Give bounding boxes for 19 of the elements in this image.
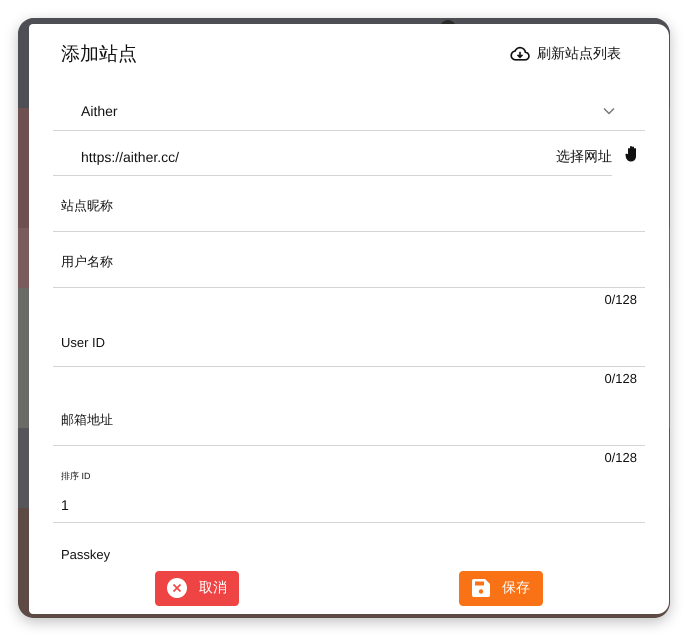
text-field[interactable]: 排序 ID 1 — [53, 469, 645, 523]
url-field[interactable]: https://aither.cc/ 选择网址 — [53, 131, 612, 176]
select-url-button[interactable]: 选择网址 — [556, 148, 612, 166]
text-field[interactable]: 邮箱地址 — [53, 390, 645, 446]
chevron-down-icon — [603, 107, 615, 115]
close-icon — [167, 578, 187, 598]
character-counter: 0/128 — [604, 292, 637, 307]
cancel-button[interactable]: 取消 — [155, 570, 239, 606]
character-counter: 0/128 — [604, 371, 637, 386]
text-field[interactable]: 站点昵称 — [53, 176, 645, 232]
character-counter: 0/128 — [604, 450, 637, 465]
text-field[interactable]: 用户名称 — [53, 232, 645, 288]
cloud-download-icon — [510, 46, 530, 62]
text-field[interactable]: User ID — [53, 311, 645, 367]
url-value: https://aither.cc/ — [81, 149, 180, 165]
hand-icon[interactable] — [625, 145, 639, 162]
dialog-title: 添加站点 — [61, 43, 137, 67]
site-select[interactable]: Aither — [53, 84, 645, 131]
refresh-site-list-button[interactable]: 刷新站点列表 — [510, 45, 621, 63]
